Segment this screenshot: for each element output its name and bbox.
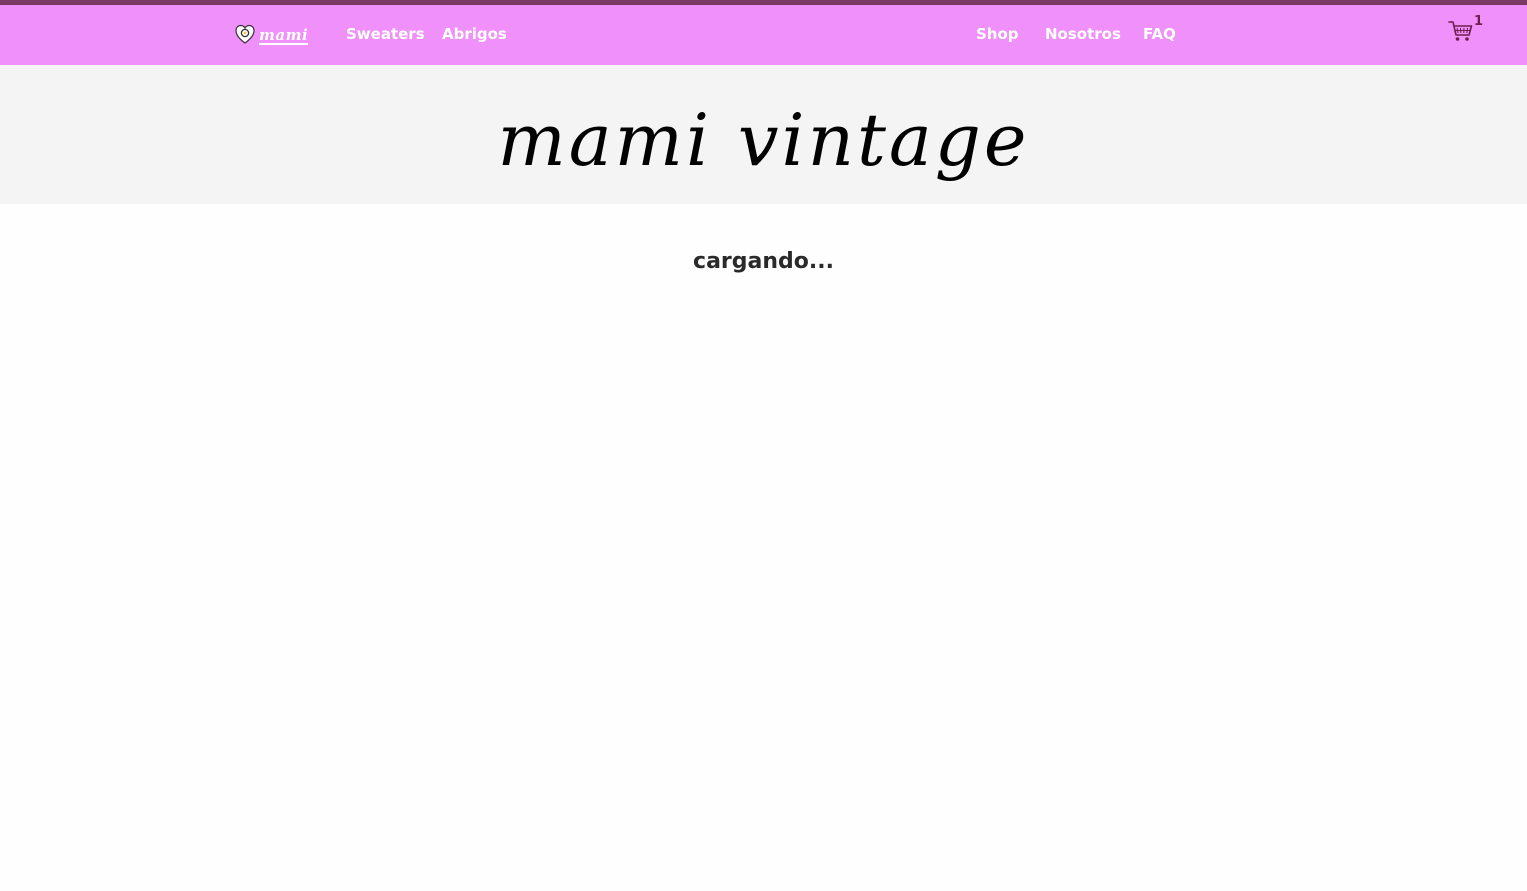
fried-egg-heart-icon xyxy=(234,23,256,49)
nav-link-shop[interactable]: Shop xyxy=(976,25,1019,43)
hero-title: mami vintage xyxy=(497,98,1030,182)
nav-link-faq[interactable]: FAQ xyxy=(1143,25,1176,43)
nav-link-nosotros[interactable]: Nosotros xyxy=(1045,25,1121,43)
loading-text: cargando... xyxy=(693,249,834,274)
nav-link-abrigos[interactable]: Abrigos xyxy=(442,25,507,43)
navbar: mami Sweaters Abrigos Shop Nosotros FAQ xyxy=(0,5,1527,65)
brand-logo-link[interactable]: mami xyxy=(234,23,309,49)
brand-logo-text: mami xyxy=(259,25,309,45)
cart-count-badge: 1 xyxy=(1474,14,1484,29)
cart-button[interactable] xyxy=(1448,19,1474,43)
shopping-cart-icon xyxy=(1448,21,1474,47)
nav-link-sweaters[interactable]: Sweaters xyxy=(346,25,425,43)
